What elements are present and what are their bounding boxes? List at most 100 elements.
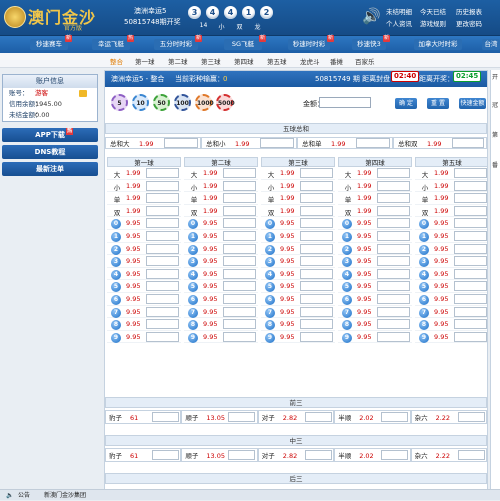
bet-input[interactable] bbox=[377, 256, 410, 267]
bet-input[interactable] bbox=[300, 306, 333, 317]
bet-input[interactable] bbox=[300, 281, 333, 292]
bet-input[interactable] bbox=[300, 193, 333, 204]
bet-input[interactable] bbox=[377, 319, 410, 330]
bet-input[interactable] bbox=[457, 450, 485, 460]
bet-input[interactable] bbox=[300, 331, 333, 342]
volume-icon[interactable]: 🔊 bbox=[362, 7, 381, 25]
bet-input[interactable] bbox=[454, 168, 487, 178]
subnav-item[interactable]: 第五球 bbox=[267, 56, 287, 66]
chip[interactable]: 5 bbox=[111, 94, 128, 111]
rules-link[interactable]: 游戏规则 bbox=[420, 18, 446, 28]
bet-input[interactable] bbox=[223, 230, 256, 241]
bet-input[interactable] bbox=[146, 243, 179, 254]
bet-input[interactable] bbox=[223, 319, 256, 330]
bet-input[interactable] bbox=[304, 412, 332, 422]
bet-input[interactable] bbox=[454, 268, 487, 279]
bet-input[interactable] bbox=[381, 412, 409, 422]
bet-input[interactable] bbox=[146, 180, 179, 191]
subnav-item[interactable]: 整合 bbox=[110, 56, 123, 66]
profile-link[interactable]: 个人资讯 bbox=[386, 18, 412, 28]
nav-item[interactable]: 台湾 bbox=[482, 39, 500, 50]
bet-input[interactable] bbox=[223, 193, 256, 204]
bet-input[interactable] bbox=[223, 331, 256, 342]
subnav-item[interactable]: 百家乐 bbox=[355, 56, 375, 66]
bet-input[interactable] bbox=[300, 205, 333, 216]
fast-amount-button[interactable]: 快速金额 bbox=[459, 98, 486, 109]
bet-input[interactable] bbox=[223, 218, 256, 229]
bet-input[interactable] bbox=[146, 331, 179, 342]
bet-input[interactable] bbox=[300, 256, 333, 267]
bet-input[interactable] bbox=[377, 205, 410, 216]
bet-input[interactable] bbox=[454, 306, 487, 317]
bet-input[interactable] bbox=[146, 218, 179, 229]
bet-input[interactable] bbox=[300, 230, 333, 241]
bet-input[interactable] bbox=[223, 293, 256, 304]
bet-input[interactable] bbox=[146, 256, 179, 267]
bet-input[interactable] bbox=[454, 281, 487, 292]
password-link[interactable]: 更改密码 bbox=[456, 18, 482, 28]
bet-input[interactable] bbox=[377, 331, 410, 342]
bet-input[interactable] bbox=[300, 243, 333, 254]
chip[interactable]: 100 bbox=[174, 94, 191, 111]
bet-input[interactable] bbox=[146, 293, 179, 304]
bet-input[interactable] bbox=[146, 193, 179, 204]
nav-item[interactable]: 秒速赛车新 bbox=[30, 35, 72, 50]
bet-input[interactable] bbox=[377, 168, 410, 178]
bet-input[interactable] bbox=[454, 180, 487, 191]
bet-input[interactable] bbox=[146, 281, 179, 292]
subnav-item[interactable]: 第二球 bbox=[168, 56, 188, 66]
reset-button[interactable]: 重 置 bbox=[427, 98, 449, 109]
bet-input[interactable] bbox=[377, 293, 410, 304]
bet-input[interactable] bbox=[452, 138, 484, 148]
bet-input[interactable] bbox=[223, 205, 256, 216]
nav-item[interactable]: 五分时时彩新 bbox=[154, 35, 202, 50]
nav-item[interactable]: 加拿大时时彩 bbox=[414, 39, 462, 50]
subnav-item[interactable]: 龙虎斗 bbox=[300, 56, 320, 66]
bet-input[interactable] bbox=[454, 218, 487, 229]
bet-input[interactable] bbox=[300, 180, 333, 191]
bet-input[interactable] bbox=[377, 268, 410, 279]
bet-input[interactable] bbox=[300, 218, 333, 229]
subnav-item[interactable]: 第四球 bbox=[234, 56, 254, 66]
bet-input[interactable] bbox=[454, 243, 487, 254]
chip[interactable]: 5000 bbox=[216, 94, 235, 111]
bet-input[interactable] bbox=[377, 193, 410, 204]
brand-logo[interactable]: 澳门金沙 官方版 bbox=[4, 3, 104, 33]
bet-input[interactable] bbox=[260, 138, 294, 148]
bet-input[interactable] bbox=[377, 230, 410, 241]
nav-item[interactable]: 秒速快3 新 bbox=[352, 35, 390, 50]
subnav-item[interactable]: 番摊 bbox=[330, 56, 343, 66]
bet-input[interactable] bbox=[454, 293, 487, 304]
bet-input[interactable] bbox=[377, 281, 410, 292]
bet-input[interactable] bbox=[300, 268, 333, 279]
bet-input[interactable] bbox=[300, 293, 333, 304]
dns-tutorial-button[interactable]: DNS教程 bbox=[2, 145, 98, 159]
subnav-item[interactable]: 第一球 bbox=[135, 56, 155, 66]
bet-input[interactable] bbox=[454, 331, 487, 342]
bet-input[interactable] bbox=[300, 319, 333, 330]
bet-input[interactable] bbox=[223, 256, 256, 267]
bet-input[interactable] bbox=[454, 205, 487, 216]
bet-input[interactable] bbox=[228, 412, 256, 422]
bet-input[interactable] bbox=[146, 268, 179, 279]
bet-input[interactable] bbox=[356, 138, 390, 148]
bet-input[interactable] bbox=[304, 450, 332, 460]
bet-input[interactable] bbox=[164, 138, 198, 148]
chip[interactable]: 50 bbox=[153, 94, 170, 111]
bet-input[interactable] bbox=[146, 319, 179, 330]
announcement-text[interactable]: 新澳门金沙集团 bbox=[44, 490, 86, 501]
unsettled-link[interactable]: 未结明细 bbox=[386, 6, 412, 16]
bet-input[interactable] bbox=[152, 412, 179, 422]
bet-input[interactable] bbox=[146, 306, 179, 317]
bet-input[interactable] bbox=[381, 450, 409, 460]
bet-input[interactable] bbox=[377, 218, 410, 229]
today-settled-link[interactable]: 今天已结 bbox=[420, 6, 446, 16]
nav-item[interactable]: 秒速时时彩新 bbox=[288, 35, 334, 50]
bet-input[interactable] bbox=[223, 306, 256, 317]
bet-input[interactable] bbox=[228, 450, 256, 460]
bet-input[interactable] bbox=[457, 412, 485, 422]
bet-input[interactable] bbox=[223, 168, 256, 178]
subnav-item[interactable]: 第三球 bbox=[201, 56, 221, 66]
chip[interactable]: 10 bbox=[132, 94, 149, 111]
history-link[interactable]: 历史报表 bbox=[456, 6, 482, 16]
